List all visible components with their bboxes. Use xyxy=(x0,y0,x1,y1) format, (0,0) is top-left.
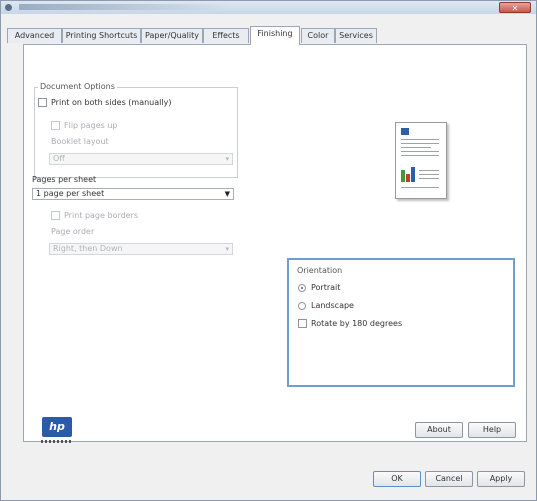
orientation-group: Orientation Portrait Landscape Rotate by… xyxy=(287,258,515,387)
flip-pages-up-label: Flip pages up xyxy=(64,121,118,130)
printer-preferences-window: ✕ Advanced Printing Shortcuts Paper/Qual… xyxy=(0,0,537,501)
text-line xyxy=(419,170,439,171)
tab-effects[interactable]: Effects xyxy=(203,28,249,43)
chart-bar-icon xyxy=(411,167,415,182)
chevron-down-icon: ▾ xyxy=(225,245,229,253)
landscape-label: Landscape xyxy=(311,301,354,310)
text-line xyxy=(401,143,439,144)
tab-finishing[interactable]: Finishing xyxy=(250,26,300,45)
print-page-borders-checkbox[interactable] xyxy=(51,211,60,220)
text-line xyxy=(419,178,439,179)
orientation-label: Orientation xyxy=(297,266,343,275)
chevron-down-icon: ▼ xyxy=(224,190,230,198)
tab-services[interactable]: Services xyxy=(335,28,377,43)
flip-pages-up-checkbox[interactable] xyxy=(51,121,60,130)
apply-button[interactable]: Apply xyxy=(477,471,525,487)
page-order-value: Right, then Down xyxy=(53,244,123,253)
text-line xyxy=(401,155,439,156)
help-button[interactable]: Help xyxy=(468,422,516,438)
close-button[interactable]: ✕ xyxy=(499,2,531,13)
text-line xyxy=(401,139,439,140)
landscape-radio[interactable] xyxy=(298,302,306,310)
chart-bar-icon xyxy=(401,170,405,182)
chart-bar-icon xyxy=(406,174,410,182)
print-both-sides-checkbox[interactable] xyxy=(38,98,47,107)
tab-printing-shortcuts[interactable]: Printing Shortcuts xyxy=(62,28,141,43)
booklet-layout-select[interactable]: Off ▾ xyxy=(49,153,233,165)
page-order-label: Page order xyxy=(51,227,95,236)
printer-icon xyxy=(5,4,12,11)
finishing-tab-page: Document Options Print on both sides (ma… xyxy=(23,44,527,442)
portrait-label: Portrait xyxy=(311,283,341,292)
page-preview-thumbnail xyxy=(395,122,447,199)
text-line xyxy=(401,187,439,188)
hp-logo-tagline xyxy=(41,440,73,443)
document-options-label: Document Options xyxy=(38,82,117,91)
about-button[interactable]: About xyxy=(415,422,463,438)
tab-advanced[interactable]: Advanced xyxy=(7,28,62,43)
pages-per-sheet-value: 1 page per sheet xyxy=(36,189,105,198)
rotate-180-label: Rotate by 180 degrees xyxy=(311,319,403,328)
print-both-sides-label: Print on both sides (manually) xyxy=(51,98,172,107)
text-line xyxy=(401,147,431,148)
portrait-radio[interactable] xyxy=(298,284,306,292)
booklet-layout-value: Off xyxy=(53,154,65,163)
print-page-borders-label: Print page borders xyxy=(64,211,139,220)
rotate-180-checkbox[interactable] xyxy=(298,319,307,328)
hp-logo: hp xyxy=(42,417,72,437)
page-order-select[interactable]: Right, then Down ▾ xyxy=(49,243,233,255)
text-line xyxy=(401,151,439,152)
chevron-down-icon: ▾ xyxy=(225,155,229,163)
window-title-blurred xyxy=(19,4,229,10)
heading-mark xyxy=(401,128,409,135)
pages-per-sheet-label: Pages per sheet xyxy=(32,175,97,184)
tab-color[interactable]: Color xyxy=(301,28,335,43)
ok-button[interactable]: OK xyxy=(373,471,421,487)
pages-per-sheet-select[interactable]: 1 page per sheet ▼ xyxy=(32,188,234,200)
title-bar: ✕ xyxy=(1,1,536,14)
booklet-layout-label: Booklet layout xyxy=(51,137,109,146)
text-line xyxy=(419,174,439,175)
cancel-button[interactable]: Cancel xyxy=(425,471,473,487)
tab-paper-quality[interactable]: Paper/Quality xyxy=(141,28,203,43)
